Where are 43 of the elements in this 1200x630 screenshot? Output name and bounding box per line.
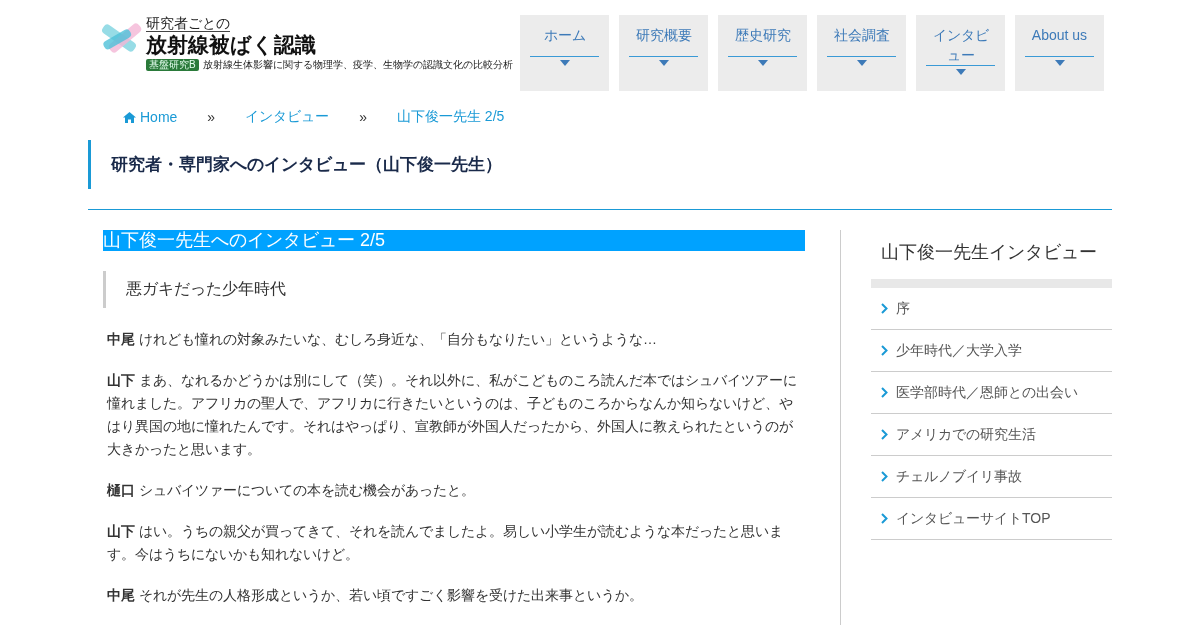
- caret-icon: [856, 60, 867, 66]
- nav-menu-item[interactable]: ホーム: [520, 15, 609, 91]
- interview-paragraph: 中尾 けれども憧れの対象みたいな、むしろ身近な、「自分もなりたい」というような…: [107, 330, 658, 349]
- nav-menu-item[interactable]: 歴史研究: [718, 15, 807, 91]
- chevron-icon: [881, 513, 888, 524]
- breadcrumb-link[interactable]: 山下俊一先生 2/5: [396, 108, 505, 126]
- sidebar-link[interactable]: チェルノブイリ事故: [871, 456, 1112, 498]
- chevron-icon: [881, 429, 888, 440]
- nav-menu-item[interactable]: About us: [1015, 15, 1104, 91]
- sidebar-link[interactable]: 医学部時代／恩師との出会い: [871, 372, 1112, 414]
- sidebar-link[interactable]: 少年時代／大学入学: [871, 330, 1112, 372]
- breadcrumb-home-link[interactable]: Home: [123, 109, 178, 125]
- caret-icon: [658, 60, 669, 66]
- nav-menu-item[interactable]: 研究概要: [619, 15, 708, 91]
- breadcrumb-separator: »: [207, 109, 216, 125]
- sidebar-link[interactable]: アメリカでの研究生活: [871, 414, 1112, 456]
- logo-tagline: 放射線生体影響に関する物理学、疫学、生物学の認識文化の比較分析: [202, 58, 513, 72]
- article-heading: 山下俊一先生へのインタビュー 2/5: [103, 230, 805, 251]
- caret-icon: [559, 60, 570, 66]
- nav-menu-item[interactable]: インタビュー: [916, 15, 1005, 91]
- caret-icon: [1054, 60, 1065, 66]
- chevron-icon: [881, 345, 888, 356]
- caret-icon: [757, 60, 768, 66]
- caret-icon: [955, 69, 966, 75]
- breadcrumb-link[interactable]: インタビュー: [245, 108, 330, 126]
- sidebar-link[interactable]: 序: [871, 288, 1112, 330]
- chevron-icon: [881, 471, 888, 482]
- logo-subtitle: 研究者ごとの: [146, 15, 230, 32]
- interview-paragraph: 中尾 それが先生の人格形成というか、若い頃ですごく影響を受けた出来事というか。: [107, 586, 644, 605]
- section-quote: 悪ガキだった少年時代: [103, 271, 805, 308]
- interview-paragraph: 山下 まあ、なれるかどうかは別にして（笑）。それ以外に、私がこどものころ読んだ本ではシュバイツアーに憧れました。アフリカの聖人で、アフリカに行きたいというのは、子どものころからなんか知らないけど、やはり異国の地に憧れたんです。それはやっぱり、宣教師が外国人だったから、外国人に教えられたというのが大きかったと思います。: [107, 371, 798, 459]
- home-icon: [123, 111, 136, 123]
- logo-title: 放射線被ばく認識: [146, 32, 317, 58]
- logo-badge: 基盤研究B: [146, 59, 199, 71]
- chevron-icon: [881, 303, 888, 314]
- interview-paragraph: 山下 はい。うちの親父が買ってきて、それを読んでましたよ。易しい小学生が読むような本だったと思います。今はうちにないかも知れないけど。: [107, 522, 784, 564]
- chevron-icon: [881, 387, 888, 398]
- page-title: 研究者・専門家へのインタビュー（山下俊一先生）: [88, 140, 1112, 189]
- interview-paragraph: 樋口 シュバイツァーについての本を読む機会があったと。: [107, 481, 476, 500]
- breadcrumb-separator: »: [359, 109, 367, 125]
- nav-menu-item[interactable]: 社会調査: [817, 15, 906, 91]
- sidebar-title: 山下俊一先生インタビュー: [881, 241, 1098, 264]
- sidebar-link[interactable]: インタビューサイトTOP: [871, 498, 1112, 540]
